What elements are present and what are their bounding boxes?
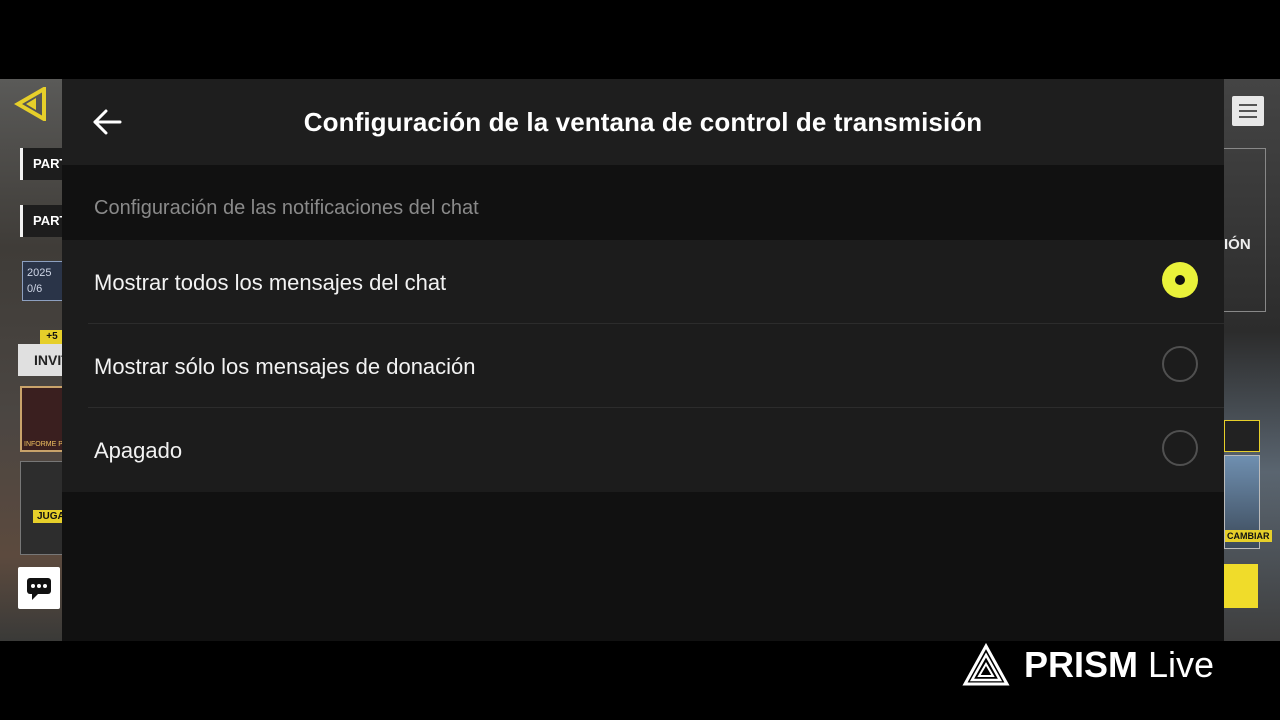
game-menu-icon (1232, 96, 1264, 126)
header-bar: Configuración de la ventana de control d… (62, 79, 1224, 165)
game-right-card: CAMBIAR (1224, 455, 1272, 549)
brand-light: Live (1148, 644, 1215, 685)
game-right-card-tag: CAMBIAR (1225, 530, 1272, 542)
game-chat-icon (18, 567, 60, 609)
brand-bold: PRISM (1024, 644, 1139, 685)
radio-unselected-icon[interactable] (1162, 430, 1198, 466)
game-yellow-button (1224, 564, 1258, 608)
radio-unselected-icon[interactable] (1162, 346, 1198, 382)
option-label: Mostrar sólo los mensajes de donación (94, 354, 476, 379)
option-off[interactable]: Apagado (62, 408, 1224, 492)
game-invite-button: INVITA (18, 344, 64, 376)
game-logo-icon (14, 87, 46, 121)
option-label: Mostrar todos los mensajes del chat (94, 270, 447, 295)
game-pill-1: PART (20, 148, 64, 180)
prism-live-watermark: PRISM Live (962, 640, 1214, 690)
game-card-2: JUGA (20, 461, 69, 555)
game-right-text: IÓN (1224, 236, 1251, 253)
game-pill-2: PARTI (20, 205, 64, 237)
option-show-all-messages[interactable]: Mostrar todos los mensajes del chat (62, 240, 1224, 324)
chat-notification-options: Mostrar todos los mensajes del chat Most… (62, 240, 1224, 492)
game-year: 2025 (27, 267, 52, 279)
radio-selected-icon[interactable] (1162, 262, 1198, 298)
prism-logo-icon (962, 643, 1010, 686)
game-plus-badge: +5 (40, 330, 64, 344)
option-show-donation-messages[interactable]: Mostrar sólo los mensajes de donación (62, 324, 1224, 408)
game-tank-icon (1224, 420, 1260, 452)
prism-live-text: PRISM Live (1024, 644, 1214, 686)
game-right-frame (1224, 148, 1266, 312)
page-title: Configuración de la ventana de control d… (303, 107, 983, 137)
option-label: Apagado (94, 438, 183, 463)
game-card-1: INFORME PR (20, 386, 68, 452)
game-year-box: 2025 0/6 (22, 261, 64, 301)
section-label: Configuración de las notificaciones del … (94, 197, 479, 219)
game-progress: 0/6 (27, 283, 43, 295)
broadcast-control-settings-panel: Configuración de la ventana de control d… (62, 79, 1224, 641)
